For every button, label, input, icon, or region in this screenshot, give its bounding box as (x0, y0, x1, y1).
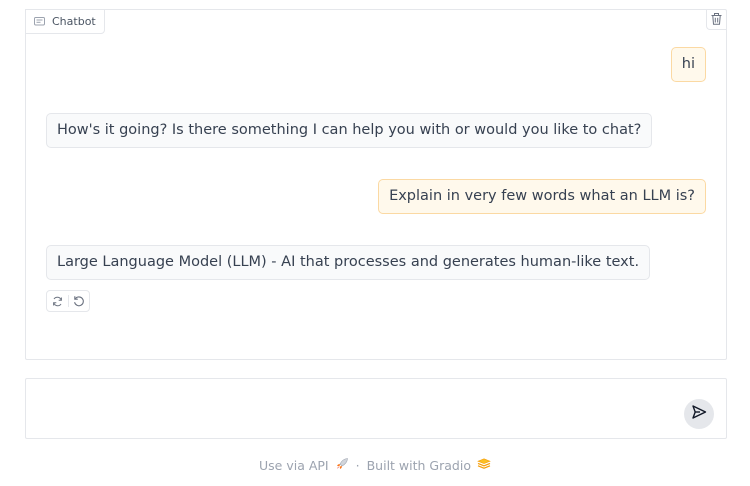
built-with-gradio-link[interactable]: Built with Gradio (367, 458, 491, 473)
send-icon (691, 404, 707, 424)
retry-icon (52, 292, 63, 311)
message-input[interactable] (36, 391, 680, 431)
message-text: Large Language Model (LLM) - AI that pro… (57, 254, 640, 271)
trash-icon (711, 10, 722, 29)
retry-button[interactable] (47, 291, 68, 311)
undo-icon (73, 292, 85, 311)
message-input-panel (25, 378, 727, 439)
user-message: Explain in very few words what an LLM is… (378, 179, 706, 214)
bot-message: Large Language Model (LLM) - AI that pro… (46, 245, 651, 280)
built-with-text: Built with Gradio (366, 457, 471, 473)
message-text: How's it going? Is there something I can… (57, 122, 642, 139)
chatbot-label-text: Chatbot (52, 15, 96, 28)
chat-icon (34, 16, 45, 27)
send-button[interactable] (684, 399, 714, 429)
undo-button[interactable] (69, 291, 90, 311)
message-text: hi (681, 56, 695, 73)
message-text: Explain in very few words what an LLM is… (389, 188, 695, 205)
rocket-icon (335, 457, 349, 474)
footer: Use via API · Built with Gradio (0, 457, 750, 473)
clear-chat-button[interactable] (706, 10, 726, 30)
bot-message: How's it going? Is there something I can… (46, 113, 653, 148)
chatbot-label: Chatbot (25, 9, 105, 34)
use-via-api-link[interactable]: Use via API (259, 457, 349, 474)
api-link-text: Use via API (259, 457, 329, 473)
footer-separator: · (355, 457, 360, 473)
chatbot-panel: Chatbot hi How's it going? Is there some… (25, 9, 727, 360)
gradio-logo-icon (477, 457, 491, 473)
user-message: hi (670, 47, 706, 82)
message-actions (46, 290, 90, 312)
